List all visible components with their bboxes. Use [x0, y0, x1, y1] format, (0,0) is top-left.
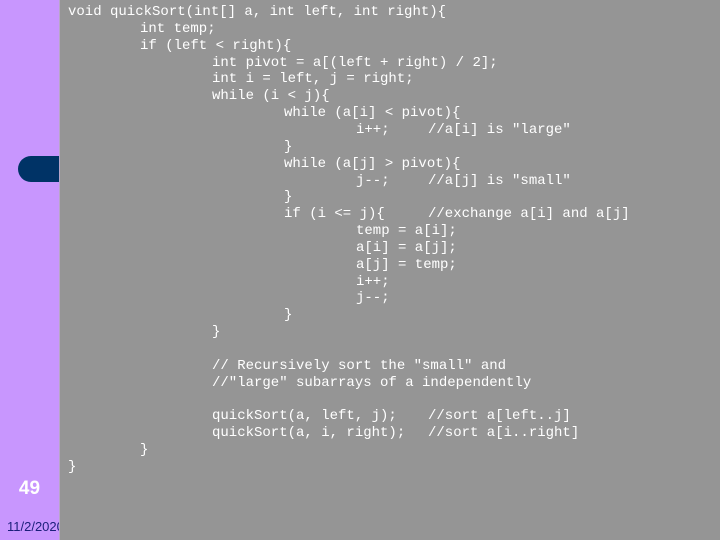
code-comment: //"large" subarrays of a independently	[212, 374, 532, 391]
code-comment: //a[i] is "large"	[428, 121, 571, 138]
code-text: quickSort(a, i, right);	[212, 425, 406, 442]
code-comment: //a[j] is "small"	[428, 172, 571, 189]
code-text: j--;	[356, 172, 390, 189]
code-text: }	[68, 458, 77, 475]
code-text: if (i <= j){	[284, 206, 385, 223]
code-comment: //exchange a[i] and a[j]	[428, 206, 630, 223]
code-text: i++;	[356, 273, 390, 290]
code-text: temp = a[i];	[356, 223, 457, 240]
code-text: a[i] = a[j];	[356, 239, 457, 256]
code-text: a[j] = temp;	[356, 256, 457, 273]
code-text: }	[284, 189, 293, 206]
code-panel: void quickSort(int[] a, int left, int ri…	[59, 0, 720, 540]
code-text: j--;	[356, 290, 390, 307]
code-text: }	[140, 442, 149, 459]
code-text: void quickSort(int[] a, int left, int ri…	[68, 4, 447, 20]
slide-date: 11/2/2020	[7, 519, 64, 534]
code-text: quickSort(a, left, j);	[212, 408, 397, 425]
code-text: }	[284, 307, 293, 324]
code-text: }	[284, 138, 293, 155]
code-text: while (a[i] < pivot){	[284, 105, 461, 122]
code-text: }	[212, 324, 221, 341]
slide-sidebar: 49 11/2/2020	[0, 0, 68, 540]
code-text: while (i < j){	[212, 88, 330, 105]
code-text: int pivot = a[(left + right) / 2];	[212, 54, 498, 71]
code-text: int i = left, j = right;	[212, 71, 414, 88]
code-comment: //sort a[i..right]	[428, 425, 580, 442]
slide-number: 49	[18, 478, 41, 499]
code-comment: // Recursively sort the "small" and	[212, 357, 507, 374]
code-text: while (a[j] > pivot){	[284, 155, 461, 172]
code-text: if (left < right){	[140, 37, 292, 54]
code-text: i++;	[356, 121, 390, 138]
code-comment: //sort a[left..j]	[428, 408, 571, 425]
code-text: int temp;	[140, 20, 216, 37]
